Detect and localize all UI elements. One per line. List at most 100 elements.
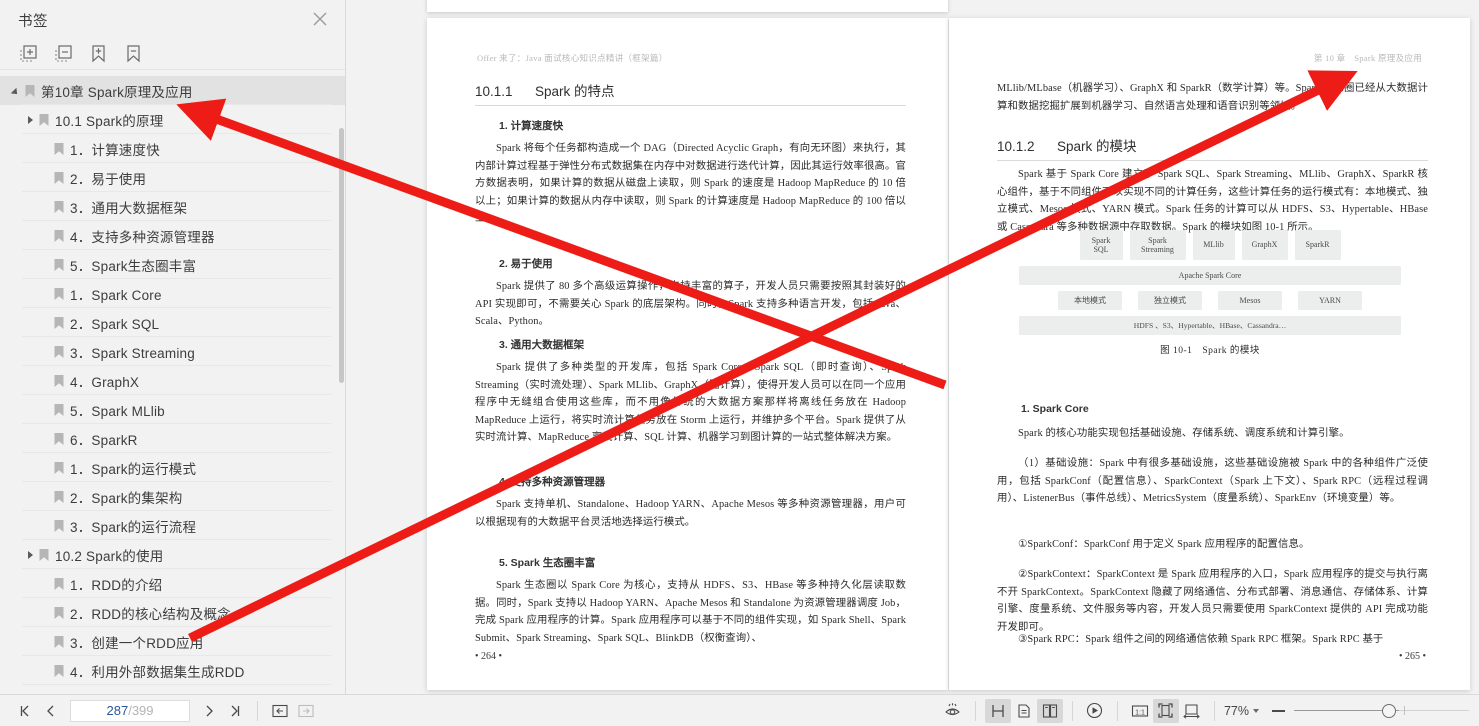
close-icon[interactable] xyxy=(309,8,331,30)
bookmark-item[interactable]: 2．易于使用 xyxy=(0,163,345,192)
bookmark-item-label: 5．Spark MLlib xyxy=(70,403,165,419)
bookmark-flag-icon xyxy=(54,345,64,358)
bookmark-item-label: 2．Spark的集架构 xyxy=(70,490,183,506)
bookmark-flag-icon xyxy=(54,142,64,155)
next-page-icon[interactable] xyxy=(196,699,222,723)
bookmark-item[interactable]: 10.1 Spark的原理 xyxy=(0,105,345,134)
bookmark-flag-icon xyxy=(54,258,64,271)
page-number-input[interactable]: 287/399 xyxy=(70,699,190,722)
bookmark-item[interactable]: 4．GraphX xyxy=(0,366,345,395)
page-running-head: 第 10 章 Spark 原理及应用 xyxy=(1313,53,1422,63)
bookmark-tree[interactable]: 第10章 Spark原理及应用 10.1 Spark的原理 1．计算速度快 2．易于使… xyxy=(0,76,345,694)
fit-page-icon[interactable] xyxy=(1152,698,1179,723)
remove-bookmark-icon[interactable] xyxy=(123,43,144,64)
caret-placeholder xyxy=(41,259,53,271)
navigate-forward-icon[interactable] xyxy=(293,699,319,723)
presentation-play-icon[interactable] xyxy=(1082,699,1108,723)
bookmark-item[interactable]: 6．SparkR xyxy=(0,424,345,453)
continuous-scroll-icon[interactable] xyxy=(984,698,1011,723)
bookmark-item[interactable]: 3．创建一个RDD应用 xyxy=(0,627,345,656)
page-folio-number: • 264 • xyxy=(475,651,503,662)
bookmark-flag-icon xyxy=(54,606,64,619)
last-page-icon[interactable] xyxy=(222,699,248,723)
core-heading: 1. Spark Core xyxy=(1021,403,1089,415)
zoom-group: 77% xyxy=(1224,703,1469,718)
bookmarks-toolbar xyxy=(0,38,345,70)
section-title: Spark 的特点 xyxy=(535,84,615,99)
pdf-page-264: Offer 来了：Java 面试核心知识点精讲（框架篇） 10.1.1 Spark… xyxy=(427,18,948,690)
actual-size-1-1-icon[interactable]: 1:1 xyxy=(1127,699,1153,723)
bookmark-item[interactable]: 1．Spark的运行模式 xyxy=(0,453,345,482)
bookmark-item-label: 1．Spark Core xyxy=(70,287,162,303)
zoom-slider-track-remainder xyxy=(1399,709,1469,711)
bookmark-item-label: 2．易于使用 xyxy=(70,171,147,187)
bookmark-item[interactable]: 4．支持多种资源管理器 xyxy=(0,221,345,250)
zoom-level-dropdown[interactable]: 77% xyxy=(1224,704,1259,718)
zoom-level-value: 77% xyxy=(1223,703,1249,718)
bookmark-item[interactable]: 1．计算速度快 xyxy=(0,134,345,163)
expand-all-icon[interactable] xyxy=(18,43,39,64)
bookmark-item[interactable]: 3．通用大数据框架 xyxy=(0,192,345,221)
subsection-heading-1: 1. 计算速度快 xyxy=(499,120,564,132)
toolbar-divider xyxy=(1213,700,1215,721)
pdf-page-viewer[interactable]: Offer 来了：Java 面试核心知识点精讲（框架篇） 10.1.1 Spark… xyxy=(347,0,1479,694)
figure-box-spark-sql: Spark SQL xyxy=(1079,230,1123,260)
paragraph-3: Spark 提供了多种类型的开发库，包括 Spark Core、Spark SQ… xyxy=(475,362,906,443)
subsection-heading-5: 5. Spark 生态圈丰富 xyxy=(499,557,596,569)
bookmark-flag-icon xyxy=(39,113,49,126)
caret-placeholder xyxy=(41,433,53,445)
toolbar-divider xyxy=(974,700,976,721)
bookmark-item[interactable]: 2．RDD的核心结构及概念 xyxy=(0,598,345,627)
bookmark-item[interactable]: 1．Spark Core xyxy=(0,279,345,308)
bookmarks-scrollbar[interactable] xyxy=(339,128,344,383)
bookmark-item[interactable]: 5．Spark MLlib xyxy=(0,395,345,424)
bookmark-item[interactable]: 5．Spark生态圈丰富 xyxy=(0,250,345,279)
bookmark-flag-icon xyxy=(54,635,64,648)
two-page-spread-icon[interactable] xyxy=(1036,698,1063,723)
chevron-down-icon xyxy=(1253,708,1259,713)
bookmark-item[interactable]: 10.2 Spark的使用 xyxy=(0,540,345,569)
bookmark-flag-icon xyxy=(54,519,64,532)
page-folio-number: • 265 • xyxy=(1398,651,1426,662)
paragraph-5: Spark 生态圈以 Spark Core 为核心，支持从 HDFS、S3、HB… xyxy=(475,580,906,644)
figure-storage-row: HDFS 、S3、Hypertable、HBase、Cassandra… xyxy=(1019,316,1401,335)
sparkcontext-paragraph: ②SparkContext：SparkContext 是 Spark 应用程序的… xyxy=(997,569,1428,633)
prev-page-icon[interactable] xyxy=(38,699,64,723)
figure-box-graphx: GraphX xyxy=(1241,230,1288,260)
bookmark-item[interactable]: 3．Spark Streaming xyxy=(0,337,345,366)
paragraph-2: Spark 提供了 80 多个高级运算操作，支持丰富的算子，开发人员只需要按照其… xyxy=(475,281,906,327)
caret-placeholder xyxy=(41,665,53,677)
navigate-back-icon[interactable] xyxy=(267,699,293,723)
zoom-slider-thumb[interactable] xyxy=(1382,703,1396,718)
zoom-out-minus-icon[interactable] xyxy=(1272,709,1285,712)
pdf-page-265: 第 10 章 Spark 原理及应用 MLlib/MLbase（机器学习）、Gr… xyxy=(949,18,1470,690)
bookmark-item-label: 5．Spark生态圈丰富 xyxy=(70,258,197,274)
chevron-down-icon[interactable] xyxy=(12,85,24,97)
caret-placeholder xyxy=(41,462,53,474)
single-page-icon[interactable] xyxy=(1011,699,1037,723)
bookmark-item[interactable]: 4．利用外部数据集生成RDD xyxy=(0,656,345,685)
bookmark-item[interactable]: 1．RDD的介绍 xyxy=(0,569,345,598)
fit-mode-group: 1:1 xyxy=(1127,698,1205,723)
eye-read-icon[interactable] xyxy=(940,699,966,723)
first-page-icon[interactable] xyxy=(12,699,38,723)
add-bookmark-icon[interactable] xyxy=(88,43,109,64)
page-number-total: 399 xyxy=(131,703,154,718)
bookmark-item[interactable]: 2．Spark的集架构 xyxy=(0,482,345,511)
fit-width-icon[interactable] xyxy=(1179,699,1205,723)
bookmark-flag-icon xyxy=(25,84,35,97)
zoom-slider[interactable] xyxy=(1294,703,1469,718)
bookmark-item[interactable]: 3．Spark的运行流程 xyxy=(0,511,345,540)
bookmark-item[interactable]: 2．Spark SQL xyxy=(0,308,345,337)
page-running-head: Offer 来了：Java 面试核心知识点精讲（框架篇） xyxy=(477,53,668,63)
bookmark-item[interactable]: 第10章 Spark原理及应用 xyxy=(0,76,345,105)
caret-placeholder xyxy=(41,288,53,300)
caret-placeholder xyxy=(41,404,53,416)
bookmark-flag-icon xyxy=(54,287,64,300)
chevron-right-icon[interactable] xyxy=(26,114,38,126)
collapse-all-icon[interactable] xyxy=(53,43,74,64)
bookmark-item-label: 1．计算速度快 xyxy=(70,142,160,158)
page-layout-group xyxy=(984,698,1063,723)
bookmark-item-label: 2．RDD的核心结构及概念 xyxy=(70,606,231,622)
chevron-right-icon[interactable] xyxy=(26,549,38,561)
